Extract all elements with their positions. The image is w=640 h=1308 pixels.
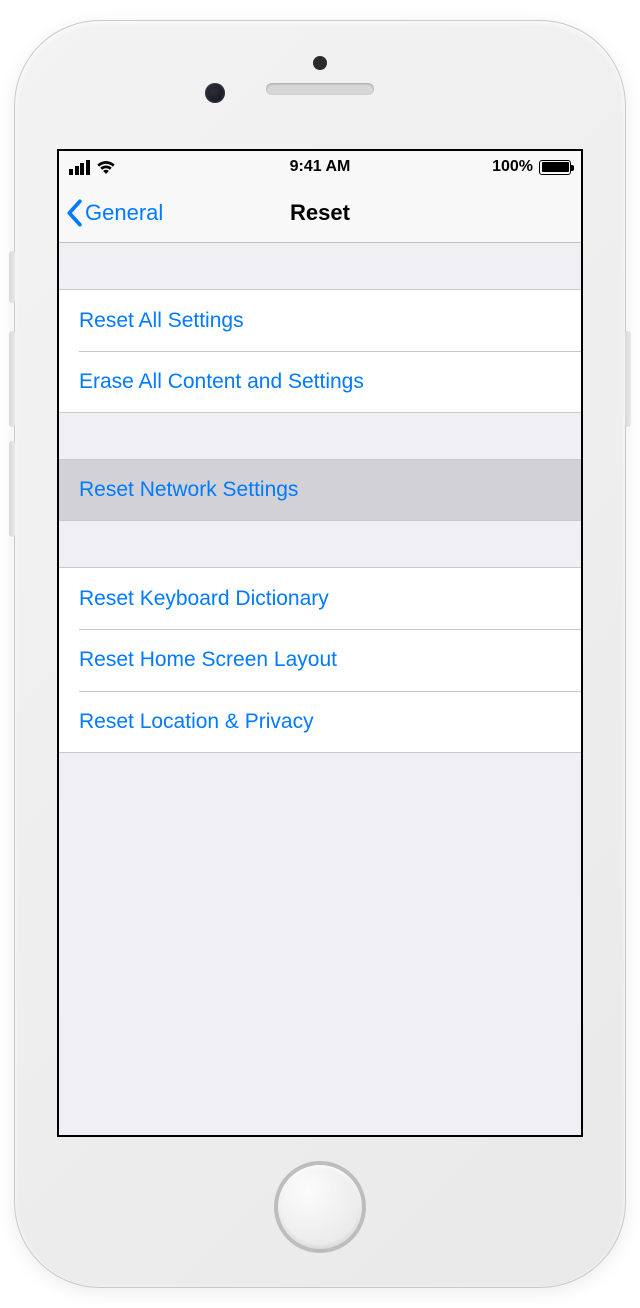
earpiece-speaker xyxy=(266,83,374,95)
cellular-signal-icon xyxy=(69,160,90,175)
cell-label: Erase All Content and Settings xyxy=(79,370,364,394)
volume-down-button xyxy=(9,441,15,537)
cell-label: Reset All Settings xyxy=(79,309,244,333)
chevron-left-icon xyxy=(65,199,83,227)
phone-frame: 9:41 AM 100% General Reset Reset All Set… xyxy=(14,20,626,1288)
wifi-icon xyxy=(96,160,116,175)
power-button xyxy=(625,331,631,427)
back-label: General xyxy=(85,200,163,226)
cell-label: Reset Network Settings xyxy=(79,478,298,502)
reset-network-settings-cell[interactable]: Reset Network Settings xyxy=(59,459,581,521)
cell-label: Reset Location & Privacy xyxy=(79,710,314,734)
home-button[interactable] xyxy=(274,1161,366,1253)
front-camera xyxy=(205,83,225,103)
reset-location-privacy-cell[interactable]: Reset Location & Privacy xyxy=(59,691,581,753)
reset-all-settings-cell[interactable]: Reset All Settings xyxy=(59,289,581,351)
back-button[interactable]: General xyxy=(59,199,163,227)
volume-up-button xyxy=(9,331,15,427)
battery-percentage: 100% xyxy=(492,158,533,176)
screen: 9:41 AM 100% General Reset Reset All Set… xyxy=(57,149,583,1137)
cell-label: Reset Home Screen Layout xyxy=(79,648,337,672)
proximity-sensor xyxy=(313,56,327,70)
reset-keyboard-dictionary-cell[interactable]: Reset Keyboard Dictionary xyxy=(59,567,581,629)
mute-switch xyxy=(9,251,15,303)
battery-icon xyxy=(539,160,571,175)
navigation-bar: General Reset xyxy=(59,183,581,243)
reset-home-screen-layout-cell[interactable]: Reset Home Screen Layout xyxy=(59,629,581,691)
erase-all-content-cell[interactable]: Erase All Content and Settings xyxy=(59,351,581,413)
content-area: Reset All Settings Erase All Content and… xyxy=(59,243,581,1135)
status-bar: 9:41 AM 100% xyxy=(59,151,581,183)
cell-label: Reset Keyboard Dictionary xyxy=(79,587,329,611)
